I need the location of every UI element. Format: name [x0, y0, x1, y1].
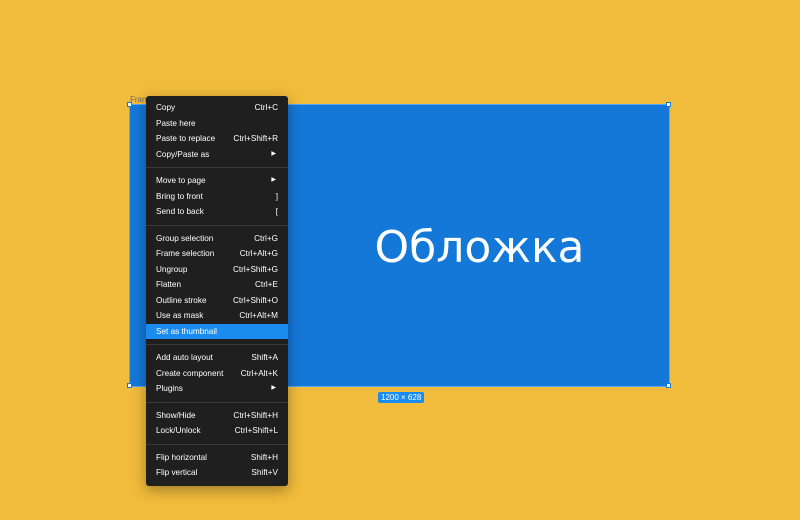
menu-item-shortcut: Ctrl+Shift+G [232, 264, 278, 274]
menu-item-shortcut: Ctrl+Shift+O [232, 295, 278, 305]
menu-group: Show/Hide Ctrl+Shift+H Lock/Unlock Ctrl+Shi… [146, 408, 288, 439]
menu-item-label: Outline stroke [156, 295, 207, 305]
resize-handle-top-left[interactable] [127, 102, 132, 107]
menu-divider [146, 167, 288, 168]
frame-size-badge: 1200 × 628 [378, 392, 425, 403]
menu-group: Copy Ctrl+C Paste here Paste to replace Ctrl… [146, 100, 288, 162]
menu-item-label: Group selection [156, 233, 214, 243]
menu-item-shortcut: Ctrl+Alt+M [239, 311, 278, 320]
menu-item-flatten[interactable]: Flatten Ctrl+E [146, 277, 288, 293]
menu-item-label: Bring to front [156, 191, 203, 201]
menu-item-label: Plugins [156, 384, 183, 393]
menu-item-bring-to-front[interactable]: Bring to front] [146, 189, 288, 205]
menu-item-outline-stroke[interactable]: Outline stroke Ctrl+Shift+O [146, 293, 288, 309]
menu-item-move-to-page[interactable]: Move to page ▶ [146, 173, 288, 189]
menu-item-shortcut: Shift+H [250, 452, 278, 462]
menu-item-use-as-mask[interactable]: Use as mask Ctrl+Alt+M [146, 308, 288, 324]
menu-item-label: Flip horizontal [156, 452, 207, 462]
menu-item-shortcut: Ctrl+Shift+H [233, 410, 278, 420]
menu-item-label: Show/Hide [156, 410, 196, 420]
menu-item-shortcut: Shift+A [251, 353, 278, 362]
menu-item-copy-paste-as[interactable]: Copy/Paste as ▶ [146, 147, 288, 163]
menu-item-shortcut: Ctrl+Alt+K [240, 368, 278, 378]
chevron-right-icon: ▶ [271, 150, 276, 157]
menu-divider [146, 443, 288, 445]
menu-divider [146, 224, 288, 226]
menu-item-shortcut: Ctrl+Shift+R [233, 134, 278, 143]
menu-item-label: Frame selection [156, 249, 215, 258]
menu-item-label: Send to back [156, 207, 204, 216]
menu-group: Add auto layout Shift+A Create component Ct… [146, 350, 288, 397]
menu-item-label: Paste to replace [156, 134, 216, 143]
menu-item-shortcut: Ctrl+Shift+L [234, 426, 278, 435]
menu-group: Flip horizontal Shift+H Flip vertical Shift… [146, 450, 288, 481]
menu-item-group-selection[interactable]: Group selection Ctrl+G [146, 231, 288, 247]
menu-item-flip-vertical[interactable]: Flip vertical Shift+V [146, 465, 288, 481]
menu-item-label: Use as mask [156, 311, 204, 320]
menu-item-shortcut: Ctrl+G [254, 233, 278, 243]
menu-group: Move to page ▶ Bring to front] Send to back… [146, 173, 288, 220]
resize-handle-bottom-right[interactable] [666, 383, 671, 388]
menu-item-flip-horizontal[interactable]: Flip horizontal Shift+H [146, 450, 288, 466]
menu-item-create-component[interactable]: Create component Ctrl+Alt+K [146, 366, 288, 382]
menu-item-shortcut: Ctrl+Alt+G [239, 249, 278, 258]
menu-item-label: Ungroup [156, 264, 188, 274]
menu-item-add-auto-layout[interactable]: Add auto layout Shift+A [146, 350, 288, 366]
menu-item-label: Lock/Unlock [156, 426, 201, 435]
chevron-right-icon: ▶ [271, 177, 276, 183]
menu-item-lock-unlock[interactable]: Lock/Unlock Ctrl+Shift+L [146, 423, 288, 439]
menu-item-shortcut: ] [275, 191, 278, 201]
menu-item-shortcut: Shift+V [251, 468, 278, 477]
menu-group: Group selection Ctrl+G Frame selection Ctrl… [146, 231, 288, 339]
menu-item-plugins[interactable]: Plugins ▶ [146, 381, 288, 397]
menu-item-paste-to-replace[interactable]: Paste to replace Ctrl+Shift+R [146, 131, 288, 147]
menu-item-paste-here[interactable]: Paste here [146, 116, 288, 132]
menu-item-set-as-thumbnail[interactable]: Set as thumbnail [146, 323, 288, 339]
menu-item-label: Flip vertical [156, 468, 198, 477]
menu-divider [146, 344, 288, 345]
menu-divider [146, 401, 288, 403]
menu-item-ungroup[interactable]: Ungroup Ctrl+Shift+G [146, 262, 288, 278]
menu-item-label: Create component [156, 368, 224, 378]
menu-item-label: Move to page [156, 176, 206, 185]
resize-handle-top-right[interactable] [666, 102, 671, 107]
menu-item-label: Add auto layout [156, 353, 213, 362]
menu-item-shortcut: Ctrl+C [254, 103, 278, 112]
menu-item-shortcut: [ [275, 207, 278, 216]
menu-item-show-hide[interactable]: Show/Hide Ctrl+Shift+H [146, 408, 288, 424]
menu-item-label: Set as thumbnail [156, 326, 217, 336]
resize-handle-bottom-left[interactable] [127, 383, 132, 388]
menu-item-label: Copy [156, 103, 176, 112]
menu-item-shortcut: Ctrl+E [255, 280, 278, 289]
menu-item-frame-selection[interactable]: Frame selection Ctrl+Alt+G [146, 246, 288, 262]
menu-item-label: Paste here [156, 118, 196, 128]
menu-item-send-to-back[interactable]: Send to back [ [146, 204, 288, 220]
chevron-right-icon: ▶ [271, 385, 276, 391]
menu-item-copy[interactable]: Copy Ctrl+C [146, 100, 288, 116]
context-menu: Copy Ctrl+C Paste here Paste to replace Ctrl… [146, 96, 288, 486]
menu-item-label: Flatten [156, 280, 182, 289]
menu-item-label: Copy/Paste as [156, 149, 210, 159]
